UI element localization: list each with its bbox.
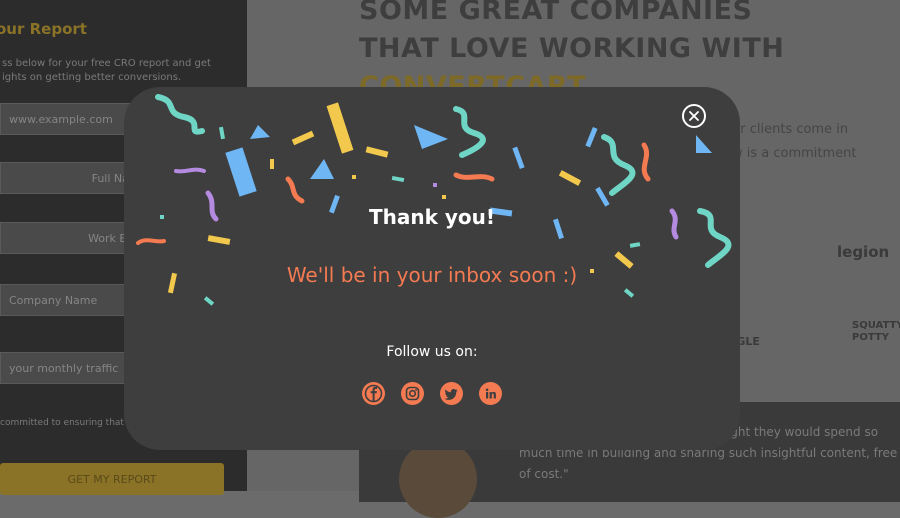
- confetti-squiggle: [641, 142, 651, 182]
- confetti-piece: [326, 102, 354, 154]
- confetti-piece: [595, 186, 610, 207]
- follow-label: Follow us on:: [386, 344, 478, 360]
- facebook-icon: [364, 384, 383, 403]
- twitter-icon: [444, 389, 458, 400]
- modal-title: Thank you!: [368, 205, 495, 229]
- confetti-piece: [512, 146, 525, 170]
- form-title: our Report: [0, 20, 87, 38]
- confetti-piece: [310, 159, 334, 179]
- confetti-piece: [270, 159, 274, 169]
- linkedin-link[interactable]: [479, 382, 502, 405]
- confetti-piece: [225, 147, 257, 197]
- social-links: [124, 382, 740, 405]
- instagram-link[interactable]: [401, 382, 424, 405]
- avatar: [399, 440, 477, 518]
- confetti-piece: [250, 125, 270, 139]
- confetti-squiggle: [453, 172, 495, 182]
- confetti-piece: [623, 288, 635, 298]
- confetti-squiggle: [453, 106, 486, 158]
- confetti-piece: [203, 296, 215, 306]
- confetti-piece: [207, 235, 231, 245]
- twitter-link[interactable]: [440, 382, 463, 405]
- confetti-piece: [352, 175, 356, 179]
- logo-legion: legion: [837, 243, 890, 261]
- form-description: ss below for your free CRO report and ge…: [2, 58, 211, 83]
- confetti-squiggle: [155, 94, 205, 135]
- confetti-piece: [218, 126, 226, 140]
- confetti-piece: [585, 126, 598, 148]
- submit-button[interactable]: GET MY REPORT: [0, 463, 224, 495]
- confetti-piece: [629, 242, 641, 248]
- facebook-link[interactable]: [362, 382, 385, 405]
- confetti-piece: [442, 195, 446, 199]
- heading-line-2: THAT LOVE WORKING WITH: [359, 33, 785, 64]
- confetti-piece: [391, 175, 405, 183]
- confetti-squiggle: [601, 134, 636, 196]
- confetti-piece: [558, 170, 582, 186]
- confetti-piece: [414, 125, 448, 149]
- confetti-squiggle: [136, 238, 166, 245]
- confetti-piece: [291, 130, 315, 146]
- logo-squatty: SQUATTY POTTY: [852, 320, 900, 343]
- thank-you-modal: Thank you! We'll be in your inbox soon :…: [124, 87, 740, 450]
- heading-line-1: SOME GREAT COMPANIES: [359, 0, 753, 26]
- confetti-piece: [696, 135, 712, 153]
- instagram-icon: [405, 386, 420, 401]
- confetti-piece: [433, 183, 437, 187]
- close-button[interactable]: [682, 104, 706, 128]
- confetti-piece: [365, 146, 389, 158]
- confetti-squiggle: [174, 167, 206, 174]
- companies-paragraph: ur clients come in w is a commitment: [732, 122, 857, 161]
- confetti-squiggle: [285, 176, 305, 204]
- close-icon: [689, 111, 699, 121]
- modal-subtitle: We'll be in your inbox soon :): [286, 263, 578, 287]
- linkedin-icon: [485, 388, 496, 399]
